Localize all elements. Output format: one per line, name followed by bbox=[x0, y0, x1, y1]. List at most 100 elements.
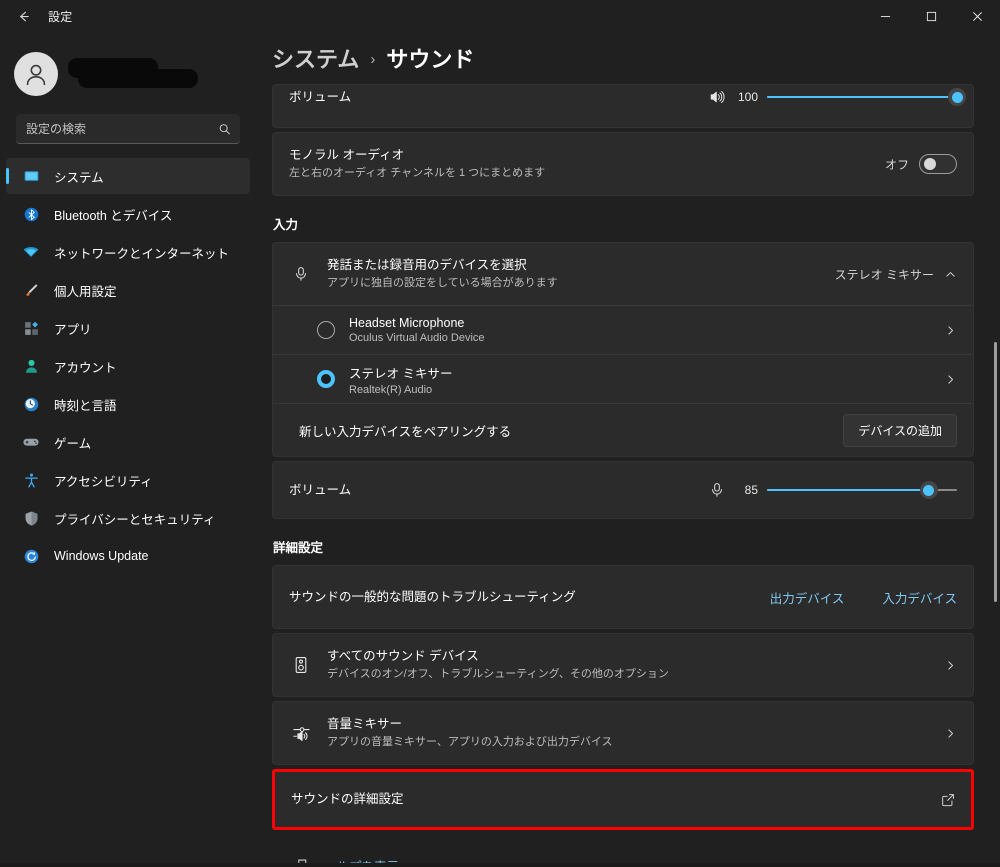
back-button[interactable] bbox=[6, 1, 40, 31]
input-volume-thumb[interactable] bbox=[919, 481, 938, 499]
mono-audio-toggle[interactable] bbox=[919, 154, 957, 174]
troubleshoot-output-link[interactable]: 出力デバイス bbox=[770, 588, 845, 607]
all-devices-title: すべてのサウンド デバイス bbox=[327, 649, 479, 664]
input-volume-track[interactable] bbox=[767, 481, 957, 499]
output-volume-track[interactable] bbox=[767, 88, 966, 106]
breadcrumb: システム › サウンド bbox=[256, 32, 1000, 84]
volume-mixer-title: 音量ミキサー bbox=[327, 717, 403, 732]
apps-icon bbox=[20, 318, 42, 338]
input-device-select-row[interactable]: 発話または録音用のデバイスを選択 アプリに独自の設定をしている場合があります ス… bbox=[273, 243, 973, 305]
main-content: システム › サウンド ボリューム 100 モノラル オーディオ 左と右のオーデ… bbox=[256, 32, 1000, 867]
pair-input-device-row: 新しい入力デバイスをペアリングする デバイスの追加 bbox=[273, 404, 973, 456]
output-volume-slider[interactable]: 100 bbox=[709, 88, 966, 106]
input-device-option-stereo-mixer[interactable]: ステレオ ミキサー Realtek(R) Audio bbox=[273, 355, 973, 403]
settings-scroll-area: ボリューム 100 モノラル オーディオ 左と右のオーディオ チャンネルを 1 … bbox=[256, 84, 1000, 867]
chevron-right-icon[interactable] bbox=[944, 659, 957, 672]
mono-audio-state: オフ bbox=[884, 157, 909, 172]
chevron-right-icon[interactable] bbox=[944, 324, 957, 337]
sidebar-item-label: アクセシビリティ bbox=[54, 474, 153, 489]
all-sound-devices-card[interactable]: すべてのサウンド デバイス デバイスのオン/オフ、トラブルシューティング、その他… bbox=[272, 633, 974, 697]
input-device-group: 発話または録音用のデバイスを選択 アプリに独自の設定をしている場合があります ス… bbox=[272, 242, 974, 457]
add-device-button[interactable]: デバイスの追加 bbox=[843, 413, 957, 447]
all-devices-subtitle: デバイスのオン/オフ、トラブルシューティング、その他のオプション bbox=[327, 668, 669, 681]
troubleshoot-label: サウンドの一般的な問題のトラブルシューティング bbox=[289, 589, 576, 604]
sidebar-item-label: システム bbox=[54, 170, 104, 185]
mono-audio-title: モノラル オーディオ bbox=[289, 148, 405, 163]
output-volume-thumb[interactable] bbox=[948, 88, 966, 106]
update-icon bbox=[20, 546, 42, 566]
sidebar-nav: システム Bluetooth とデバイス ネットワークとインターネット 個人用設… bbox=[0, 158, 256, 574]
sidebar-item-personalization[interactable]: 個人用設定 bbox=[6, 272, 250, 308]
monitor-icon bbox=[20, 166, 42, 186]
chevron-up-icon[interactable] bbox=[944, 268, 957, 281]
sidebar-item-system[interactable]: システム bbox=[6, 158, 250, 194]
microphone-icon bbox=[709, 482, 725, 498]
sidebar-item-apps[interactable]: アプリ bbox=[6, 310, 250, 346]
input-device-option-headset[interactable]: Headset Microphone Oculus Virtual Audio … bbox=[273, 306, 973, 354]
input-section-label: 入力 bbox=[273, 218, 299, 232]
device-detail: Realtek(R) Audio bbox=[349, 383, 433, 396]
chevron-right-icon[interactable] bbox=[944, 373, 957, 386]
clock-icon bbox=[20, 394, 42, 414]
output-volume-card[interactable]: ボリューム 100 bbox=[272, 84, 974, 128]
sidebar-item-privacy-security[interactable]: プライバシーとセキュリティ bbox=[6, 500, 250, 536]
search-container bbox=[16, 114, 240, 144]
minimize-button[interactable] bbox=[862, 0, 908, 32]
sidebar-item-gaming[interactable]: ゲーム bbox=[6, 424, 250, 460]
sidebar-item-network[interactable]: ネットワークとインターネット bbox=[6, 234, 250, 270]
input-selected-device: ステレオ ミキサー bbox=[834, 267, 934, 282]
input-volume-value: 85 bbox=[744, 483, 758, 497]
maximize-button[interactable] bbox=[908, 0, 954, 32]
user-name-redacted bbox=[68, 56, 198, 92]
device-detail: Oculus Virtual Audio Device bbox=[349, 332, 485, 344]
vertical-scrollbar[interactable] bbox=[994, 342, 997, 602]
input-volume-slider[interactable]: 85 bbox=[709, 481, 957, 499]
troubleshoot-input-link[interactable]: 入力デバイス bbox=[882, 588, 957, 607]
sidebar-item-label: 個人用設定 bbox=[54, 284, 117, 299]
device-name: ステレオ ミキサー bbox=[349, 366, 453, 381]
window-title: 設定 bbox=[48, 9, 73, 24]
chevron-right-icon[interactable] bbox=[944, 727, 957, 740]
sidebar-item-windows-update[interactable]: Windows Update bbox=[6, 538, 250, 574]
device-name: Headset Microphone bbox=[349, 316, 465, 330]
pair-device-label: 新しい入力デバイスをペアリングする bbox=[299, 424, 512, 439]
window-body: システム Bluetooth とデバイス ネットワークとインターネット bbox=[0, 32, 1000, 867]
sidebar-item-label: Windows Update bbox=[54, 549, 149, 563]
volume-mixer-card[interactable]: 音量ミキサー アプリの音量ミキサー、アプリの入力および出力デバイス bbox=[272, 701, 974, 765]
sidebar-item-label: ネットワークとインターネット bbox=[54, 246, 230, 261]
wifi-icon bbox=[20, 242, 42, 262]
avatar bbox=[14, 52, 58, 96]
speaker-device-icon bbox=[289, 656, 313, 674]
mono-audio-subtitle: 左と右のオーディオ チャンネルを 1 つにまとめます bbox=[289, 167, 546, 180]
title-bar: 設定 bbox=[0, 0, 1000, 32]
radio-button-selected[interactable] bbox=[317, 370, 335, 388]
sidebar-item-label: 時刻と言語 bbox=[54, 398, 117, 413]
search-input[interactable] bbox=[16, 114, 240, 144]
sidebar-item-time-language[interactable]: 時刻と言語 bbox=[6, 386, 250, 422]
bluetooth-icon bbox=[20, 204, 42, 224]
speaker-icon bbox=[709, 89, 725, 105]
radio-button[interactable] bbox=[317, 321, 335, 339]
output-volume-value: 100 bbox=[737, 90, 758, 104]
sidebar-item-label: アプリ bbox=[54, 322, 92, 337]
mono-audio-card[interactable]: モノラル オーディオ 左と右のオーディオ チャンネルを 1 つにまとめます オフ bbox=[272, 132, 974, 196]
more-sound-settings-card-highlighted[interactable]: サウンドの詳細設定 bbox=[272, 769, 974, 830]
volume-mixer-icon bbox=[289, 724, 313, 742]
input-select-title: 発話または録音用のデバイスを選択 bbox=[327, 258, 527, 273]
sidebar-item-accessibility[interactable]: アクセシビリティ bbox=[6, 462, 250, 498]
chevron-right-icon: › bbox=[370, 50, 376, 68]
page-title: サウンド bbox=[386, 47, 475, 72]
sidebar-item-bluetooth[interactable]: Bluetooth とデバイス bbox=[6, 196, 250, 232]
breadcrumb-parent[interactable]: システム bbox=[272, 42, 359, 74]
user-profile[interactable] bbox=[0, 32, 256, 106]
account-icon bbox=[20, 356, 42, 376]
input-volume-card[interactable]: ボリューム 85 bbox=[272, 461, 974, 519]
close-button[interactable] bbox=[954, 0, 1000, 32]
brush-icon bbox=[20, 280, 42, 300]
external-link-icon[interactable] bbox=[941, 793, 955, 807]
advanced-section-label: 詳細設定 bbox=[273, 541, 324, 555]
more-sound-settings-label: サウンドの詳細設定 bbox=[291, 792, 404, 807]
input-select-subtitle: アプリに独自の設定をしている場合があります bbox=[327, 277, 558, 290]
sidebar-item-accounts[interactable]: アカウント bbox=[6, 348, 250, 384]
troubleshoot-card: サウンドの一般的な問題のトラブルシューティング 出力デバイス 入力デバイス bbox=[272, 565, 974, 629]
